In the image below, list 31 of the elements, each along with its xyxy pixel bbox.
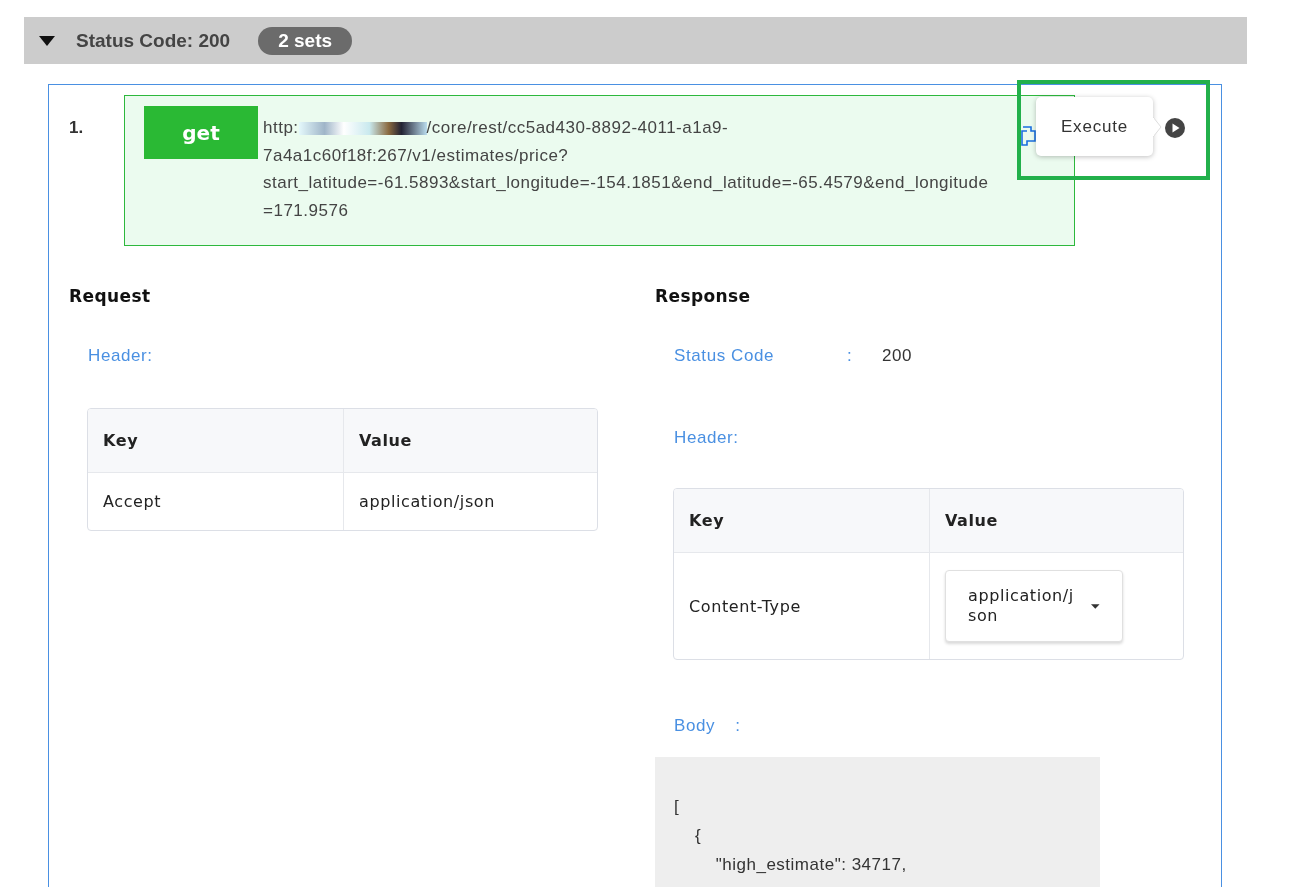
- column-header: Value: [929, 489, 1183, 552]
- play-button[interactable]: [1165, 118, 1185, 138]
- status-code-label: Status Code: [674, 346, 776, 366]
- section-title: Request: [69, 286, 152, 306]
- status-code-value: 200: [882, 346, 913, 366]
- header-label: Header:: [88, 346, 154, 366]
- column-header: Value: [343, 409, 597, 472]
- section-title: Response: [655, 286, 752, 306]
- code-line: "high_estimate": 34717,: [714, 854, 907, 876]
- code-line: {: [693, 825, 702, 847]
- copy-icon[interactable]: [1021, 125, 1039, 147]
- entry-number: 1.: [68, 117, 85, 139]
- table-cell: application/json: [343, 473, 597, 530]
- group-title: Status Code: 200: [76, 29, 231, 52]
- value-dropdown[interactable]: application/json: [945, 570, 1123, 642]
- count-badge: 2 sets: [258, 26, 353, 55]
- column-header: Key: [102, 430, 140, 452]
- caret-icon: [1091, 603, 1100, 609]
- request-url: http: /core/rest/cc5ad430-8892-4011-a1a9-7a4a1c60f18f:267/v1/estimates/price?start_latitude=-61.5893&start_longitude=-154.1851&end_latitude=-65.4579&end_longitude=171.9576: [263, 117, 990, 222]
- separator: :: [735, 716, 741, 736]
- body-label: Body: [674, 716, 716, 736]
- dropdown-value: application/json: [968, 586, 1075, 626]
- tooltip-pointer: [1153, 117, 1162, 137]
- table-cell-text: Content-Type: [688, 595, 802, 618]
- collapse-toggle[interactable]: [38, 34, 56, 47]
- table-cell-text: Accept: [102, 491, 163, 513]
- separator: :: [847, 346, 854, 366]
- code-line: [: [674, 796, 680, 818]
- column-header: Key: [688, 510, 726, 532]
- execute-tooltip: Execute: [1036, 97, 1153, 156]
- header-label: Header:: [674, 428, 740, 448]
